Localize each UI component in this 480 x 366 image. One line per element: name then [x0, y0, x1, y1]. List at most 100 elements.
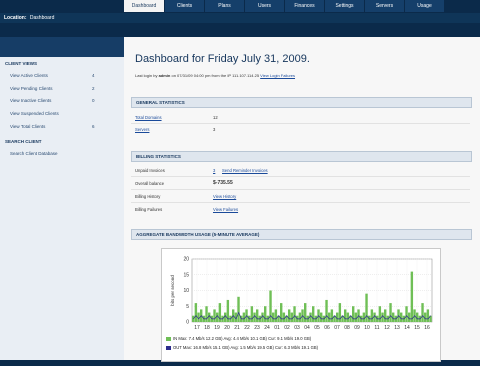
servers-link[interactable]: Servers — [135, 127, 149, 132]
x-tick-label: 11 — [374, 325, 379, 331]
in-bar — [426, 309, 430, 322]
in-bar — [330, 309, 334, 322]
y-tick-label: 15 — [183, 272, 189, 278]
billing-failures-label: Billing Failures — [135, 207, 163, 212]
in-bar — [384, 309, 387, 322]
x-tick-label: 19 — [214, 325, 220, 331]
x-tick-label: 24 — [264, 325, 270, 331]
in-bar — [325, 299, 328, 322]
x-tick-label: 21 — [234, 325, 240, 331]
in-bar — [213, 309, 216, 322]
chart-legend: IN Max: 7.4 Mb/s 12.2 GB) Avg: 4.4 Mb/s … — [166, 336, 386, 356]
sidebar-item-active-clients[interactable]: View Active Clients — [10, 73, 48, 78]
in-bar — [352, 306, 355, 322]
row-divider — [131, 123, 470, 124]
in-bar — [274, 309, 278, 322]
servers-value: 3 — [213, 127, 216, 132]
in-swatch — [166, 336, 171, 341]
general-statistics-title: GENERAL STATISTICS — [136, 100, 185, 105]
page-title: Dashboard for Friday July 31, 2009. — [135, 53, 310, 65]
row-divider — [131, 202, 470, 203]
x-tick-label: 01 — [274, 325, 280, 331]
total-clients-count: 6 — [92, 124, 95, 129]
last-login-info: Last login by admin on 07/31/09 04:00 pm… — [135, 73, 295, 78]
x-tick-label: 17 — [194, 325, 200, 331]
tab-finances[interactable]: Finances — [285, 0, 325, 12]
in-bar — [242, 312, 246, 322]
billing-history-label: Billing History — [135, 194, 161, 199]
overall-balance-label: Overall balance — [135, 181, 165, 186]
last-login-user: admin — [158, 73, 171, 78]
location-value: Dashboard — [29, 15, 55, 21]
in-bar — [250, 306, 254, 322]
in-bar — [194, 303, 198, 322]
tab-clients[interactable]: Clients — [165, 0, 205, 12]
x-tick-label: 07 — [334, 325, 340, 331]
y-tick-label: 0 — [186, 320, 189, 326]
total-domains-link[interactable]: Total Domains — [135, 115, 162, 120]
x-tick-label: 08 — [344, 325, 350, 331]
header-band — [0, 23, 480, 37]
in-bar — [282, 312, 286, 322]
x-tick-label: 15 — [414, 325, 420, 331]
in-bar — [410, 271, 414, 322]
billing-statistics-header: BILLING STATISTICS — [131, 151, 472, 162]
tab-users[interactable]: Users — [245, 0, 285, 12]
sidebar-item-search-client-database[interactable]: Search Client Database — [10, 151, 58, 156]
last-login-prefix: Last login by — [135, 73, 158, 78]
in-bar — [312, 306, 315, 322]
bandwidth-usage-header: AGGREGATE BANDWIDTH USAGE (5-MINUTE AVER… — [131, 229, 472, 240]
x-tick-label: 10 — [364, 325, 370, 331]
location-bar: Location: Dashboard — [0, 13, 480, 23]
sidebar-item-suspended-clients[interactable]: View Suspended Clients — [10, 111, 59, 116]
sidebar-header-strip — [0, 37, 124, 57]
tab-settings[interactable]: Settings — [325, 0, 365, 12]
bandwidth-usage-title: AGGREGATE BANDWIDTH USAGE (5-MINUTE AVER… — [136, 232, 260, 237]
tab-plans[interactable]: Plans — [205, 0, 245, 12]
in-bar — [421, 303, 424, 322]
legend-out-text: OUT Max: 16.8 Mb/s 15.1 GB) Avg: 1.5 Mb/… — [173, 345, 319, 350]
tab-servers[interactable]: Servers — [365, 0, 405, 12]
x-tick-label: 18 — [204, 325, 210, 331]
y-tick-label: 20 — [183, 257, 189, 263]
in-bar — [290, 312, 294, 322]
in-bar — [346, 312, 350, 322]
sidebar-item-pending-clients[interactable]: View Pending Clients — [10, 86, 52, 91]
in-bar — [378, 306, 382, 322]
x-tick-label: 06 — [324, 325, 330, 331]
x-tick-label: 04 — [304, 325, 310, 331]
view-login-failures-link[interactable]: View Login Failures — [260, 73, 295, 78]
in-bar — [405, 306, 408, 322]
x-tick-label: 13 — [394, 325, 400, 331]
search-client-heading: SEARCH CLIENT — [5, 139, 42, 144]
in-bar — [192, 315, 195, 322]
sidebar-item-inactive-clients[interactable]: View Inactive Clients — [10, 98, 51, 103]
x-tick-label: 03 — [294, 325, 300, 331]
y-tick-label: 10 — [183, 288, 189, 294]
tab-usage[interactable]: Usage — [405, 0, 445, 12]
in-bar — [293, 306, 296, 322]
unpaid-invoices-value[interactable]: 3 — [213, 168, 215, 173]
tab-dashboard[interactable]: Dashboard — [124, 0, 165, 12]
in-bar — [298, 312, 302, 322]
in-bar — [256, 309, 259, 322]
inactive-clients-count: 0 — [92, 98, 95, 103]
in-bar — [205, 306, 208, 322]
top-nav-bar: Dashboard Clients Plans Users Finances S… — [0, 0, 480, 13]
y-axis-label: bits per second — [170, 275, 175, 306]
send-reminder-invoices-link[interactable]: Send Reminder Invoices — [222, 168, 268, 173]
y-tick-label: 5 — [186, 304, 189, 310]
active-clients-count: 4 — [92, 73, 95, 78]
overall-balance-value: $-735.55 — [213, 180, 233, 186]
last-login-details: on 07/31/09 04:00 pm from the IP 111.107… — [171, 73, 260, 78]
x-tick-label: 16 — [424, 325, 430, 331]
in-bar — [288, 309, 291, 322]
location-label: Location: — [4, 15, 27, 21]
billing-statistics-title: BILLING STATISTICS — [136, 154, 181, 159]
view-history-link[interactable]: View History — [213, 194, 236, 199]
pending-clients-count: 2 — [92, 86, 95, 91]
in-bar — [354, 312, 358, 322]
view-failures-link[interactable]: View Failures — [213, 207, 238, 212]
x-tick-label: 20 — [224, 325, 230, 331]
sidebar-item-total-clients[interactable]: View Total Clients — [10, 124, 45, 129]
